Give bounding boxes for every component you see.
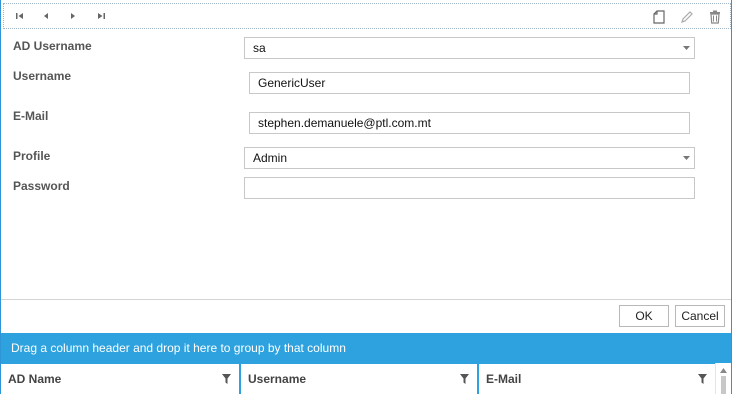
pencil-icon [681,11,693,23]
divider [1,299,731,300]
next-record-button[interactable] [66,9,80,23]
column-header-label: AD Name [8,372,62,386]
filter-icon[interactable] [696,373,708,385]
first-icon [16,13,23,19]
column-header-username[interactable]: Username [241,363,477,394]
record-toolbar [3,3,731,29]
username-label: Username [13,69,72,83]
edit-record-button[interactable] [678,8,696,26]
password-label: Password [13,179,70,193]
new-record-button[interactable] [650,8,668,26]
column-header-label: E-Mail [486,372,522,386]
group-by-hint: Drag a column header and drop it here to… [11,341,346,355]
column-header-label: Username [248,372,307,386]
profile-value: Admin [253,151,288,165]
chevron-down-icon[interactable] [678,148,694,168]
filter-icon[interactable] [458,373,470,385]
column-header-ad-name[interactable]: AD Name [1,363,239,394]
column-header-email[interactable]: E-Mail [479,363,715,394]
password-field[interactable] [244,177,695,199]
email-label: E-Mail [13,109,49,123]
chevron-down-icon[interactable] [678,38,694,58]
ok-button[interactable]: OK [619,305,669,327]
first-record-button[interactable] [13,9,27,23]
ad-username-value: sa [253,41,266,55]
username-field[interactable]: GenericUser [249,72,690,94]
ad-username-label: AD Username [13,39,92,53]
previous-icon [44,13,48,19]
username-value: GenericUser [258,76,326,90]
last-record-button[interactable] [94,9,108,23]
next-icon [71,13,75,19]
new-document-icon [653,10,665,24]
grid-header: AD Name Username E-Mail [1,363,731,394]
filter-icon[interactable] [220,373,232,385]
cancel-button[interactable]: Cancel [675,305,725,327]
vertical-scrollbar[interactable] [715,363,731,394]
profile-label: Profile [13,149,51,163]
trash-icon [710,10,720,24]
delete-record-button[interactable] [706,8,724,26]
previous-record-button[interactable] [39,9,53,23]
scroll-up-icon[interactable] [716,363,731,394]
group-by-panel[interactable]: Drag a column header and drop it here to… [1,333,731,363]
last-icon [98,13,105,19]
email-field[interactable]: stephen.demanuele@ptl.com.mt [249,112,690,134]
ad-username-combobox[interactable]: sa [244,37,695,59]
profile-combobox[interactable]: Admin [244,147,695,169]
email-value: stephen.demanuele@ptl.com.mt [258,116,431,130]
